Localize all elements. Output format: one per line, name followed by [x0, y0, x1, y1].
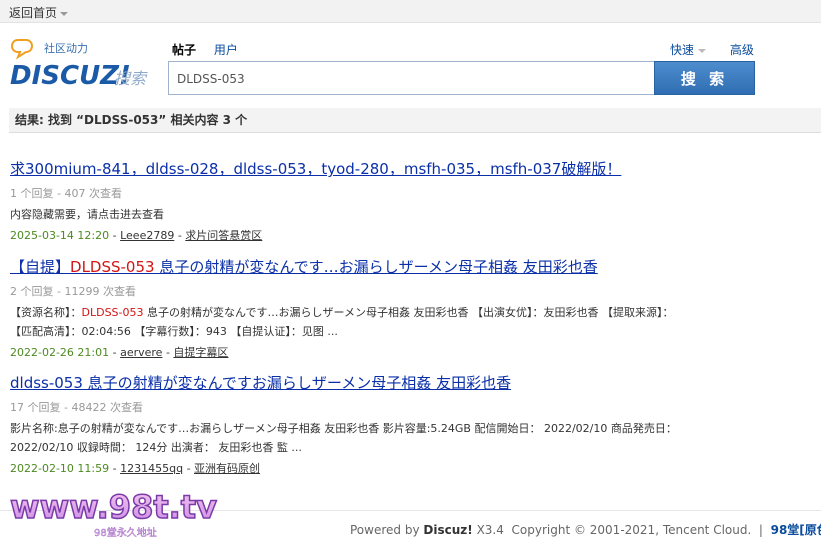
result-summary-bar: 结果: 找到 “DLDSS-053” 相关内容 3 个 [9, 108, 821, 133]
desc-highlight: DLDSS-053 [81, 306, 144, 319]
title-highlight: DLDSS-053 [70, 258, 155, 276]
result-item: 【自提】DLDSS-053 息子の射精が変なんです…お漏らしザーメン母子相姦 友… [10, 256, 815, 360]
watermark-caption: 98堂永久地址 [94, 526, 157, 539]
result-description: 【资源名称】：DLDSS-053 息子の射精が変なんです…お漏らしザーメン母子相… [10, 303, 815, 341]
result-footer: 2022-02-26 21:01 - aervere - 自提字幕区 [10, 346, 229, 359]
result-description: 内容隐藏需要，请点击进去查看 [10, 205, 815, 224]
result-summary: 结果: 找到 “DLDSS-053” 相关内容 3 个 [15, 113, 248, 127]
result-item: 求300mium-841，dldss-028，dldss-053，tyod-28… [10, 158, 815, 243]
footer-version: X3.4 [476, 523, 504, 537]
search-options: 快速 高级 [670, 41, 754, 58]
back-to-home-link[interactable]: 返回首页 [9, 4, 69, 21]
chevron-down-icon [698, 48, 707, 53]
logo-tagline: 社区动力 [44, 41, 88, 55]
result-date: 2022-02-26 21:01 [10, 346, 110, 359]
search-type-tabs: 帖子 用户 [172, 41, 252, 58]
result-desc-line: 【资源名称】：DLDSS-053 息子の射精が変なんです…お漏らしザーメン母子相… [10, 303, 815, 322]
result-footer: 2025-03-14 12:20 - Leee2789 - 求片问答悬赏区 [10, 229, 263, 242]
result-forum-link[interactable]: 亚洲有码原创 [194, 462, 260, 475]
powered-by: Powered by [350, 523, 420, 537]
result-description: 影片名称:息子の射精が変なんです…お漏らしザーメン母子相姦 友田彩也香 影片容量… [10, 419, 815, 457]
advanced-search-link[interactable]: 高级 [730, 43, 754, 57]
footer-site-link[interactable]: 98堂[原色花堂] [771, 523, 821, 537]
title-rest: 息子の射精が変なんです…お漏らしザーメン母子相姦 友田彩也香 [154, 258, 598, 276]
tab-posts[interactable]: 帖子 [172, 43, 196, 57]
result-author-link[interactable]: aervere [120, 346, 162, 359]
result-desc-line: 【匹配高清】：02:04:56 【字幕行数】：943 【自提认证】：见图 ... [10, 325, 338, 338]
quick-search-dropdown[interactable]: 快速 [670, 43, 707, 57]
title-prefix: 【自提】 [10, 258, 71, 276]
result-author-link[interactable]: 1231455qq [120, 462, 183, 475]
logo-brand: DISCUZ! [10, 61, 131, 91]
result-desc-line: 2022/02/10 収録時間： 124分 出演者： 友田彩也香 監 ... [10, 441, 302, 454]
search-input[interactable] [175, 63, 649, 95]
result-meta: 17 个回复 - 48422 次查看 [10, 401, 143, 414]
result-author-link[interactable]: Leee2789 [120, 229, 174, 242]
top-bar: 返回首页 [0, 0, 821, 23]
search-box [168, 61, 654, 95]
site-watermark-logo: www.98t.tv 98堂永久地址 [6, 484, 246, 542]
result-item: dldss-053 息子の射精が変なんですお漏らしザーメン母子相姦 友田彩也香 … [10, 372, 815, 476]
watermark-graphic: www.98t.tv 98堂永久地址 [9, 487, 218, 539]
result-footer: 2022-02-10 11:59 - 1231455qq - 亚洲有码原创 [10, 462, 261, 475]
desc-rest: 息子の射精が変なんです…お漏らしザーメン母子相姦 友田彩也香 【出演女优】：友田… [143, 306, 674, 319]
footer-brand-link[interactable]: Discuz! [423, 523, 472, 537]
tab-users[interactable]: 用户 [214, 43, 238, 57]
footer-copyright: Copyright © 2001-2021, Tencent Cloud. [511, 523, 752, 537]
logo-suffix: 搜索 [114, 69, 148, 88]
result-meta: 2 个回复 - 11299 次查看 [10, 285, 136, 298]
quick-label: 快速 [670, 43, 695, 57]
result-title-link[interactable]: dldss-053 息子の射精が変なんですお漏らしザーメン母子相姦 友田彩也香 [10, 374, 511, 392]
result-desc-line: 影片名称:息子の射精が変なんです…お漏らしザーメン母子相姦 友田彩也香 影片容量… [10, 422, 677, 435]
result-desc-line: 内容隐藏需要，请点击进去查看 [10, 208, 164, 221]
footer-text: Powered by Discuz! X3.4 Copyright © 2001… [350, 521, 821, 538]
discuz-search-logo[interactable]: 社区动力 DISCUZ! 搜索 [10, 38, 155, 98]
back-label: 返回首页 [9, 6, 58, 20]
search-button[interactable]: 搜 索 [654, 61, 755, 95]
result-date: 2025-03-14 12:20 [10, 229, 110, 242]
watermark-url: www.98t.tv [10, 488, 217, 526]
chevron-down-icon [60, 11, 69, 16]
logo-graphic: 社区动力 DISCUZ! 搜索 [10, 39, 148, 91]
result-title-link[interactable]: 求300mium-841，dldss-028，dldss-053，tyod-28… [10, 160, 621, 178]
result-forum-link[interactable]: 自提字幕区 [173, 346, 228, 359]
desc-prefix: 【资源名称】： [10, 306, 82, 319]
result-meta: 1 个回复 - 407 次查看 [10, 187, 122, 200]
result-title-link[interactable]: 【自提】DLDSS-053 息子の射精が変なんです…お漏らしザーメン母子相姦 友… [10, 258, 598, 276]
result-date: 2022-02-10 11:59 [10, 462, 110, 475]
result-forum-link[interactable]: 求片问答悬赏区 [185, 229, 262, 242]
